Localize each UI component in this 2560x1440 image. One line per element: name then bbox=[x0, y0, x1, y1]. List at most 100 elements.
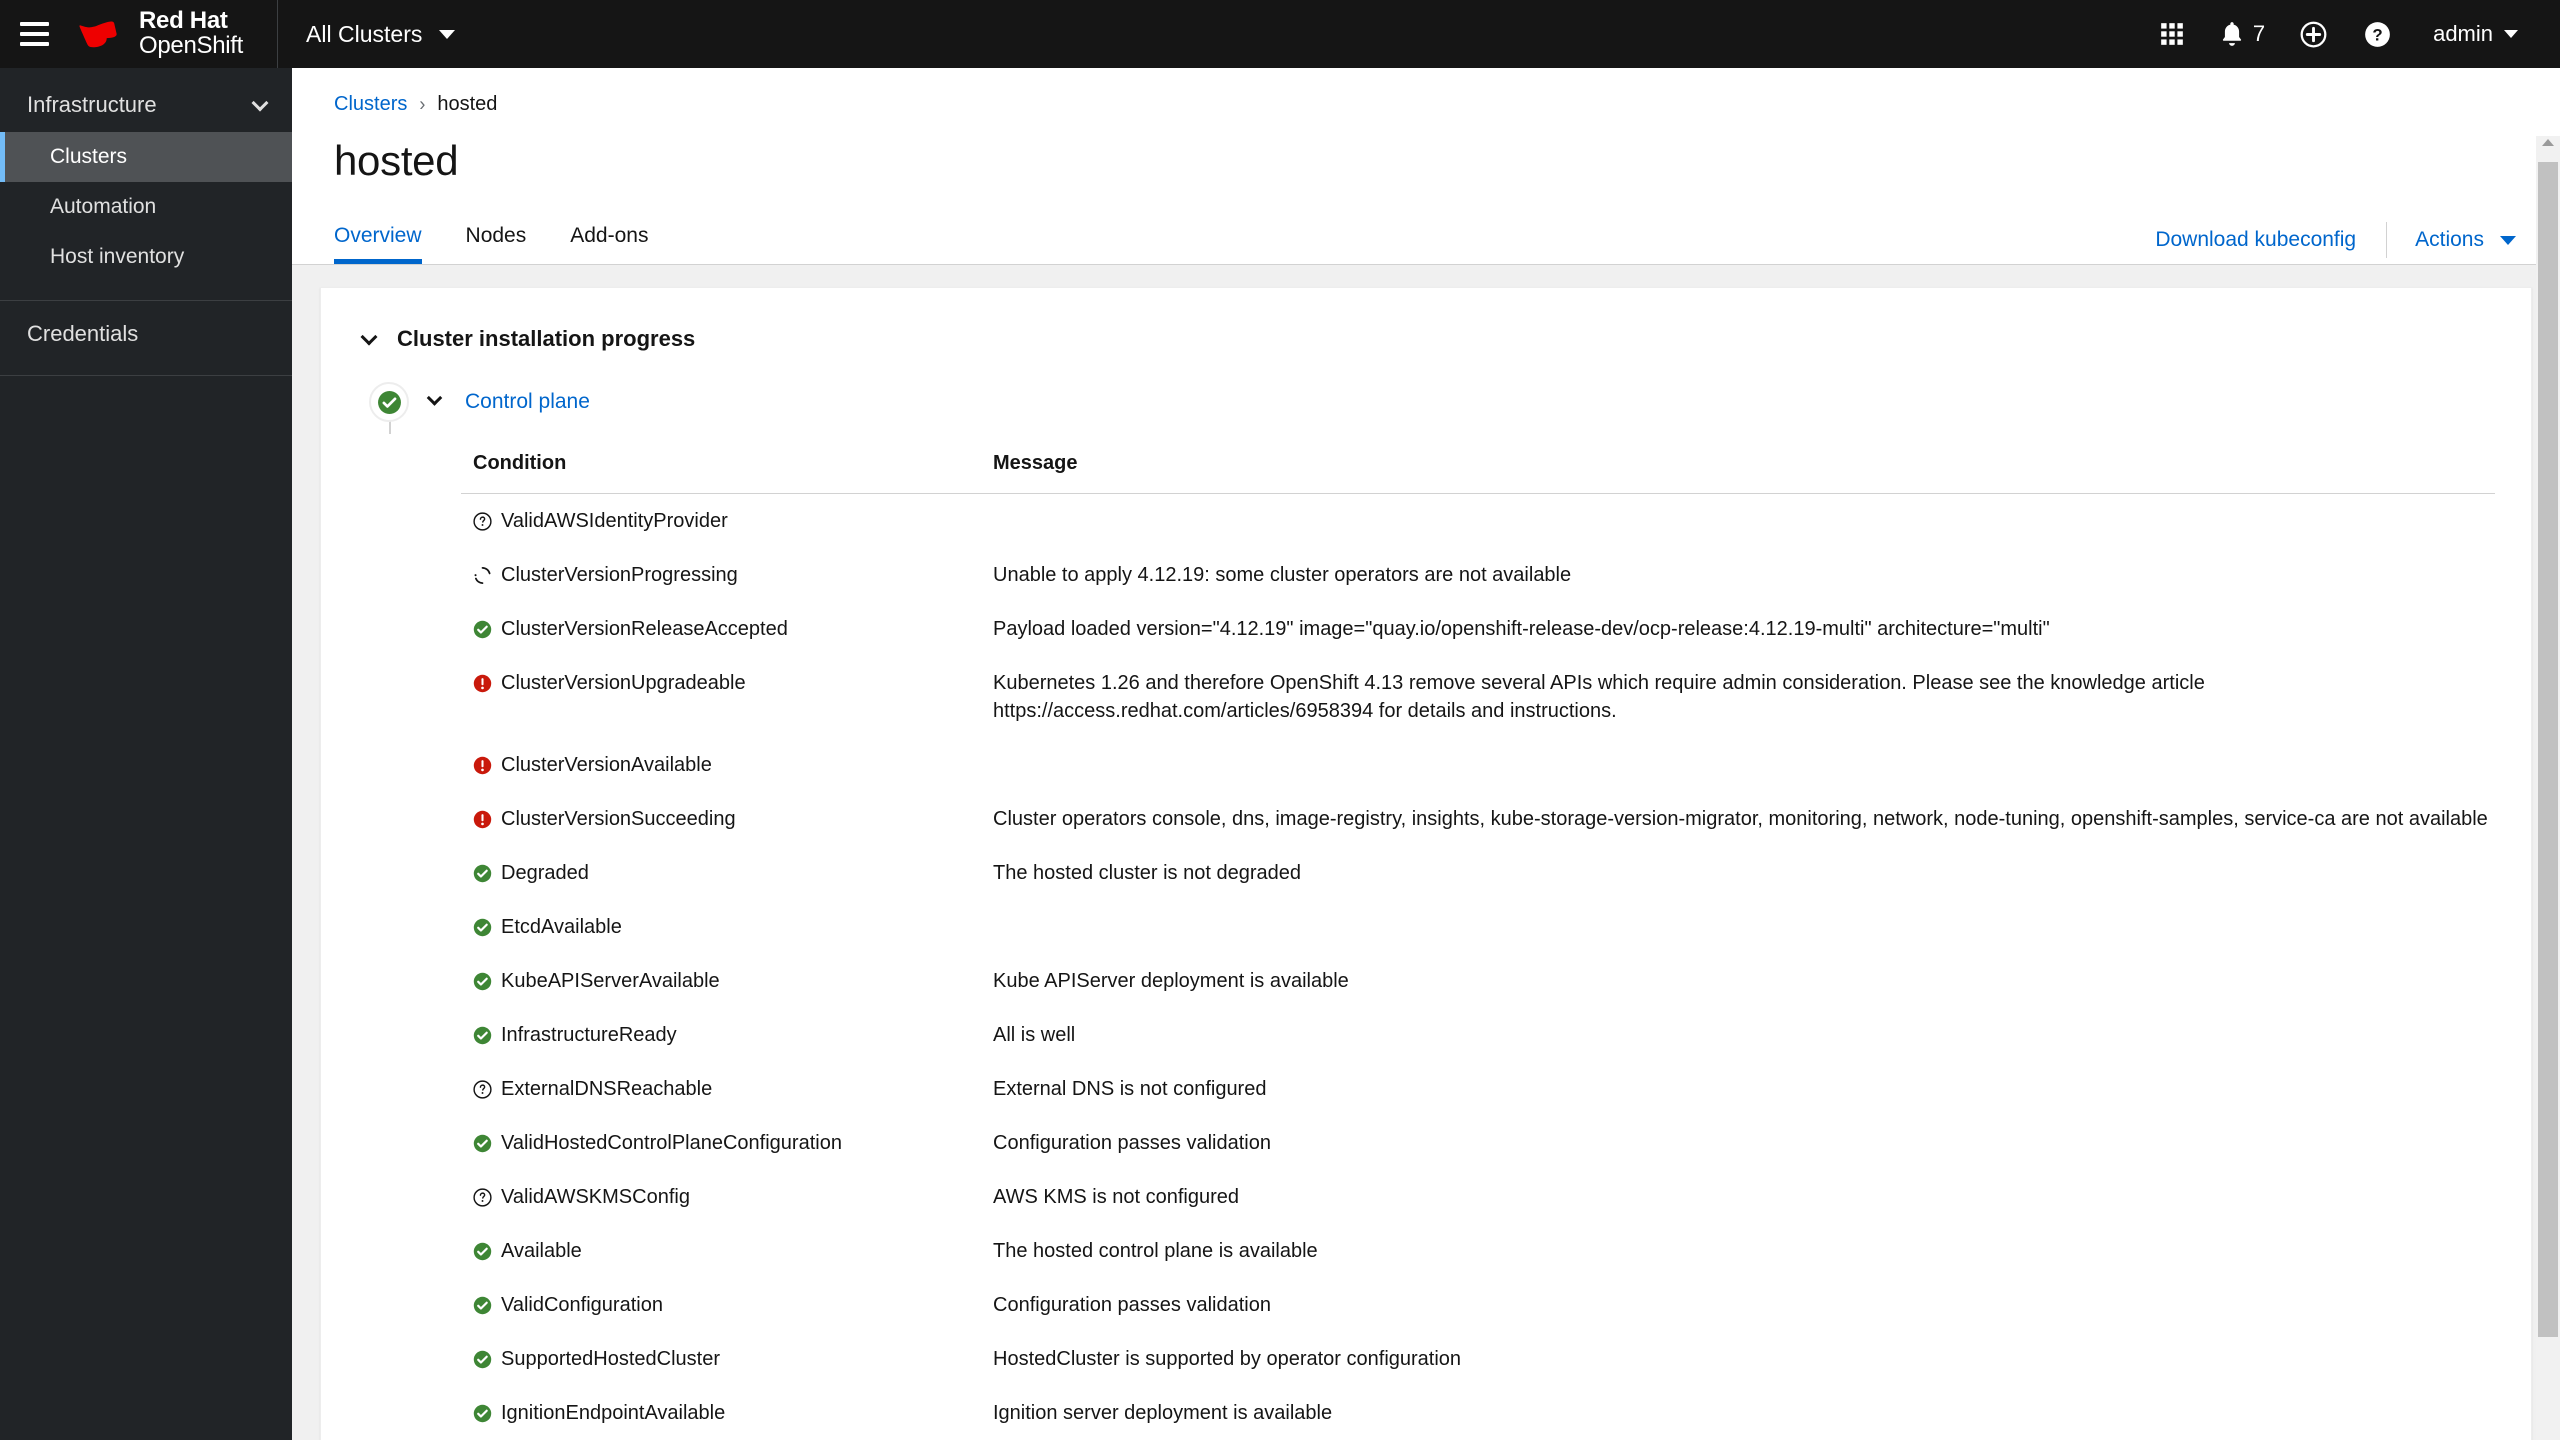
apps-grid-button[interactable] bbox=[2140, 0, 2204, 68]
conditions-header-row: Condition Message bbox=[461, 442, 2495, 495]
page-header-actions: Download kubeconfig Actions bbox=[2155, 222, 2516, 258]
check-circle-green-icon bbox=[473, 1296, 492, 1315]
table-row: SupportedHostedCluster HostedCluster is s… bbox=[461, 1332, 2495, 1386]
sidebar-navigation: Infrastructure Clusters Automation Host … bbox=[0, 68, 292, 1440]
cell-condition: KubeAPIServerAvailable bbox=[461, 954, 981, 1008]
cell-message bbox=[981, 900, 2495, 954]
sidebar-item-credentials[interactable]: Credentials bbox=[0, 307, 292, 361]
cluster-selector-dropdown[interactable]: All Clusters bbox=[278, 0, 483, 68]
notifications-button[interactable]: 7 bbox=[2204, 0, 2281, 68]
notification-count: 7 bbox=[2252, 21, 2266, 46]
condition-label: Degraded bbox=[501, 862, 589, 885]
chevron-down-icon bbox=[251, 94, 269, 111]
condition-cell: Available bbox=[473, 1237, 981, 1265]
cell-condition: SupportedHostedCluster bbox=[461, 1332, 981, 1386]
condition-cell: ClusterVersionSucceeding bbox=[473, 805, 981, 833]
sidebar-item-clusters[interactable]: Clusters bbox=[0, 132, 292, 182]
table-row: ClusterVersionAvailable bbox=[461, 738, 2495, 792]
table-row: ClusterVersionReleaseAccepted Payload loa… bbox=[461, 602, 2495, 656]
question-circle-icon: ? bbox=[2364, 21, 2390, 47]
condition-cell: ClusterVersionProgressing bbox=[473, 561, 981, 589]
grid-apps-icon bbox=[2160, 23, 2183, 45]
condition-cell: SupportedHostedCluster bbox=[473, 1345, 981, 1373]
sidebar-item-label: Automation bbox=[50, 195, 157, 218]
redhat-openshift-logo[interactable]: Red Hat OpenShift bbox=[68, 0, 277, 68]
hamburger-menu-icon[interactable] bbox=[0, 0, 68, 68]
tab-overview[interactable]: Overview bbox=[334, 212, 444, 265]
condition-label: ClusterVersionReleaseAccepted bbox=[501, 618, 788, 641]
condition-cell: ValidHostedControlPlaneConfiguration bbox=[473, 1129, 981, 1157]
cell-message: Ignition server deployment is available bbox=[993, 1402, 1333, 1425]
cell-message: External DNS is not configured bbox=[993, 1078, 1267, 1101]
condition-label: IgnitionEndpointAvailable bbox=[501, 1402, 726, 1425]
sidebar-item-label: Host inventory bbox=[50, 245, 185, 268]
cell-condition: EtcdAvailable bbox=[461, 900, 981, 954]
conditions-table-head: Condition Message bbox=[461, 442, 2495, 495]
main-content: Clusters › hosted hosted Overview Nodes bbox=[292, 68, 2560, 1440]
table-row: Degraded The hosted cluster is not degrad… bbox=[461, 846, 2495, 900]
in-progress-spinner-icon bbox=[473, 566, 492, 585]
user-menu[interactable]: admin bbox=[2409, 0, 2524, 68]
control-plane-body: Condition Message ValidAWSIdentityProvid… bbox=[351, 422, 2495, 1440]
check-circle-green-icon bbox=[473, 1350, 492, 1369]
condition-cell: ValidAWSIdentityProvider bbox=[473, 507, 981, 535]
sidebar-item-label: Credentials bbox=[27, 321, 139, 346]
check-circle-green-icon bbox=[473, 620, 492, 639]
download-kubeconfig-link[interactable]: Download kubeconfig bbox=[2155, 228, 2386, 252]
condition-cell: ExternalDNSReachable bbox=[473, 1075, 981, 1103]
page-scrollbar[interactable] bbox=[2536, 136, 2560, 1440]
sidebar-item-automation[interactable]: Automation bbox=[0, 182, 292, 232]
chevron-down-icon bbox=[439, 29, 456, 39]
cell-condition: Degraded bbox=[461, 846, 981, 900]
condition-label: EtcdAvailable bbox=[501, 916, 622, 939]
cell-condition: ClusterVersionSucceeding bbox=[461, 792, 981, 846]
tab-nodes[interactable]: Nodes bbox=[444, 212, 549, 264]
cell-message: Kube APIServer deployment is available bbox=[993, 970, 1349, 993]
tab-label: Add-ons bbox=[570, 224, 649, 248]
table-row: ValidConfiguration Configuration passes v… bbox=[461, 1278, 2495, 1332]
exclamation-circle-red-icon bbox=[473, 674, 492, 693]
table-row: ValidAWSIdentityProvider bbox=[461, 494, 2495, 549]
table-row: Available The hosted control plane is ava… bbox=[461, 1224, 2495, 1278]
cell-message: All is well bbox=[993, 1024, 1076, 1047]
table-row: KubeAPIServerAvailable Kube APIServer dep… bbox=[461, 954, 2495, 1008]
condition-cell: ClusterVersionUpgradeable bbox=[473, 669, 981, 697]
conditions-table-body: ValidAWSIdentityProvider ClusterVersionPr… bbox=[461, 494, 2495, 1440]
scroll-up-arrow-icon[interactable] bbox=[2542, 139, 2554, 146]
help-button[interactable]: ? bbox=[2345, 0, 2409, 68]
sidebar-item-host-inventory[interactable]: Host inventory bbox=[0, 232, 292, 282]
svg-text:?: ? bbox=[2372, 25, 2382, 44]
cell-condition: ClusterVersionProgressing bbox=[461, 548, 981, 602]
check-circle-green-icon bbox=[473, 1242, 492, 1261]
actions-label: Actions bbox=[2415, 228, 2484, 251]
installation-stepper: Control plane Condition Message ValidAWS… bbox=[351, 382, 2495, 1440]
chevron-down-icon bbox=[2500, 235, 2516, 245]
scrollbar-thumb[interactable] bbox=[2538, 162, 2558, 1337]
unknown-circle-icon bbox=[473, 512, 492, 531]
table-row: ClusterVersionProgressing Unable to apply… bbox=[461, 548, 2495, 602]
sidebar-section-infrastructure[interactable]: Infrastructure bbox=[0, 78, 292, 132]
table-row: ValidAWSKMSConfig AWS KMS is not configur… bbox=[461, 1170, 2495, 1224]
tab-addons[interactable]: Add-ons bbox=[548, 212, 670, 264]
exclamation-circle-red-icon bbox=[473, 810, 492, 829]
step-control-plane-link[interactable]: Control plane bbox=[465, 390, 590, 414]
logo-wordmark: Red Hat OpenShift bbox=[139, 8, 243, 59]
breadcrumb-current: hosted bbox=[437, 93, 498, 115]
chevron-down-icon[interactable] bbox=[360, 328, 378, 346]
chevron-down-icon[interactable] bbox=[426, 390, 443, 407]
sidebar-divider bbox=[0, 300, 292, 301]
breadcrumb-link-clusters[interactable]: Clusters bbox=[334, 93, 407, 116]
cell-condition: ValidHostedControlPlaneConfiguration bbox=[461, 1116, 981, 1170]
condition-label: SupportedHostedCluster bbox=[501, 1348, 721, 1371]
condition-label: ClusterVersionUpgradeable bbox=[501, 672, 746, 695]
sidebar-divider-bottom bbox=[0, 375, 292, 376]
condition-label: Available bbox=[501, 1240, 582, 1263]
condition-cell: ClusterVersionAvailable bbox=[473, 751, 981, 779]
add-button[interactable] bbox=[2281, 0, 2345, 68]
application-root: Red Hat OpenShift All Clusters 7 ? admin… bbox=[0, 0, 2560, 1440]
condition-label: ClusterVersionAvailable bbox=[501, 754, 712, 777]
actions-dropdown[interactable]: Actions bbox=[2415, 228, 2516, 252]
sidebar-item-label: Clusters bbox=[50, 145, 128, 168]
cell-condition: ValidAWSIdentityProvider bbox=[461, 494, 981, 549]
cell-condition: ValidConfiguration bbox=[461, 1278, 981, 1332]
